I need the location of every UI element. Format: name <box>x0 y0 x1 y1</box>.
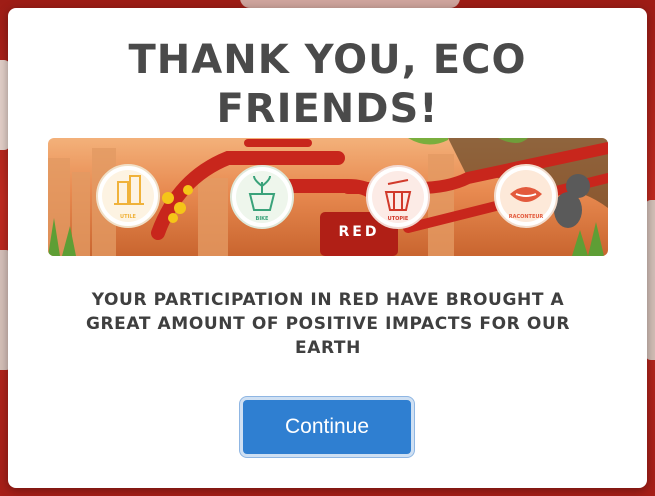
badge-bike: BIKE <box>230 165 294 229</box>
eco-banner-illustration: RED UTILE BIKE UTOPIE RACONTEUR <box>48 138 608 256</box>
continue-button[interactable]: Continue <box>240 397 414 457</box>
modal-title: THANK YOU, ECO FRIENDS! <box>8 36 647 134</box>
badge-label-utopie: UTOPIE <box>388 216 409 222</box>
leaf-shape <box>408 138 448 145</box>
badge-label-raconteur: RACONTEUR <box>509 214 544 220</box>
title-line-1: THANK YOU, ECO <box>128 37 527 83</box>
red-sign-text: RED <box>339 224 380 240</box>
message-line-3: EARTH <box>295 338 361 358</box>
title-line-2: FRIENDS! <box>216 86 439 132</box>
backdrop-decoration <box>240 0 460 8</box>
message-line-2: GREAT AMOUNT OF POSITIVE IMPACTS FOR OUR <box>85 314 571 334</box>
badge-label-utile: UTILE <box>120 214 137 220</box>
thank-you-modal: THANK YOU, ECO FRIENDS! RED UTILE BIKE U… <box>8 8 647 488</box>
badge-utile: UTILE <box>96 164 160 228</box>
message-line-1: YOUR PARTICIPATION IN RED HAVE BROUGHT A <box>91 290 565 310</box>
badge-raconteur: RACONTEUR <box>494 164 558 228</box>
badge-utopie: UTOPIE <box>366 165 430 229</box>
banner-artwork: RED UTILE BIKE UTOPIE RACONTEUR <box>48 138 608 256</box>
thank-you-message: YOUR PARTICIPATION IN RED HAVE BROUGHT A… <box>48 288 608 360</box>
badge-label-bike: BIKE <box>256 216 270 222</box>
